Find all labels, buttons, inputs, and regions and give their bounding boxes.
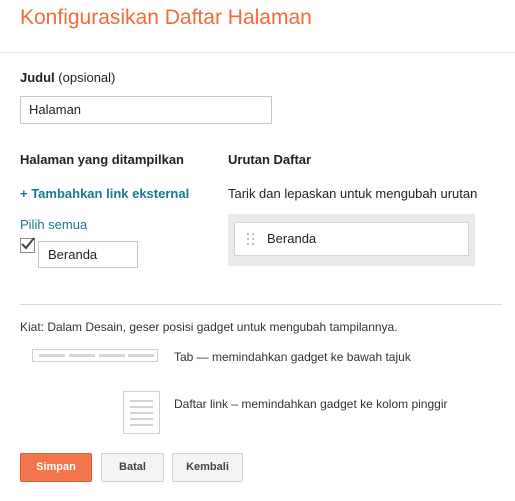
title-input[interactable]: Halaman [20,96,272,124]
drag-handle-icon[interactable] [247,233,255,245]
title-label-text: Judul [20,70,55,85]
order-list: Beranda [228,214,475,266]
save-button[interactable]: Simpan [20,453,92,482]
add-external-link[interactable]: + Tambahkan link eksternal [20,186,189,201]
tab-option-text: Tab — memindahkan gadget ke bawah tajuk [174,350,411,364]
order-heading: Urutan Daftar [228,152,312,167]
page-item-beranda: Beranda [38,241,138,268]
title-field-label: Judul (opsional) [20,70,115,85]
order-item-label: Beranda [267,231,317,246]
header-divider [0,52,515,53]
section-divider [20,304,502,305]
checkmark-icon [21,237,35,250]
pages-heading: Halaman yang ditampilkan [20,152,184,167]
back-button[interactable]: Kembali [172,453,243,482]
page-checkbox-beranda[interactable] [20,237,35,253]
tab-layout-icon [32,349,158,362]
order-item-beranda[interactable]: Beranda [234,222,469,256]
link-list-layout-icon [123,391,160,434]
select-all-link[interactable]: Pilih semua [20,217,87,232]
optional-note: (opsional) [58,70,116,85]
tip-text: Kiat: Dalam Desain, geser posisi gadget … [20,320,398,334]
order-description: Tarik dan lepaskan untuk mengubah urutan [228,186,478,201]
cancel-button[interactable]: Batal [101,453,164,482]
link-list-option-text: Daftar link – memindahkan gadget ke kolo… [174,397,448,411]
page-title: Konfigurasikan Daftar Halaman [20,6,312,29]
